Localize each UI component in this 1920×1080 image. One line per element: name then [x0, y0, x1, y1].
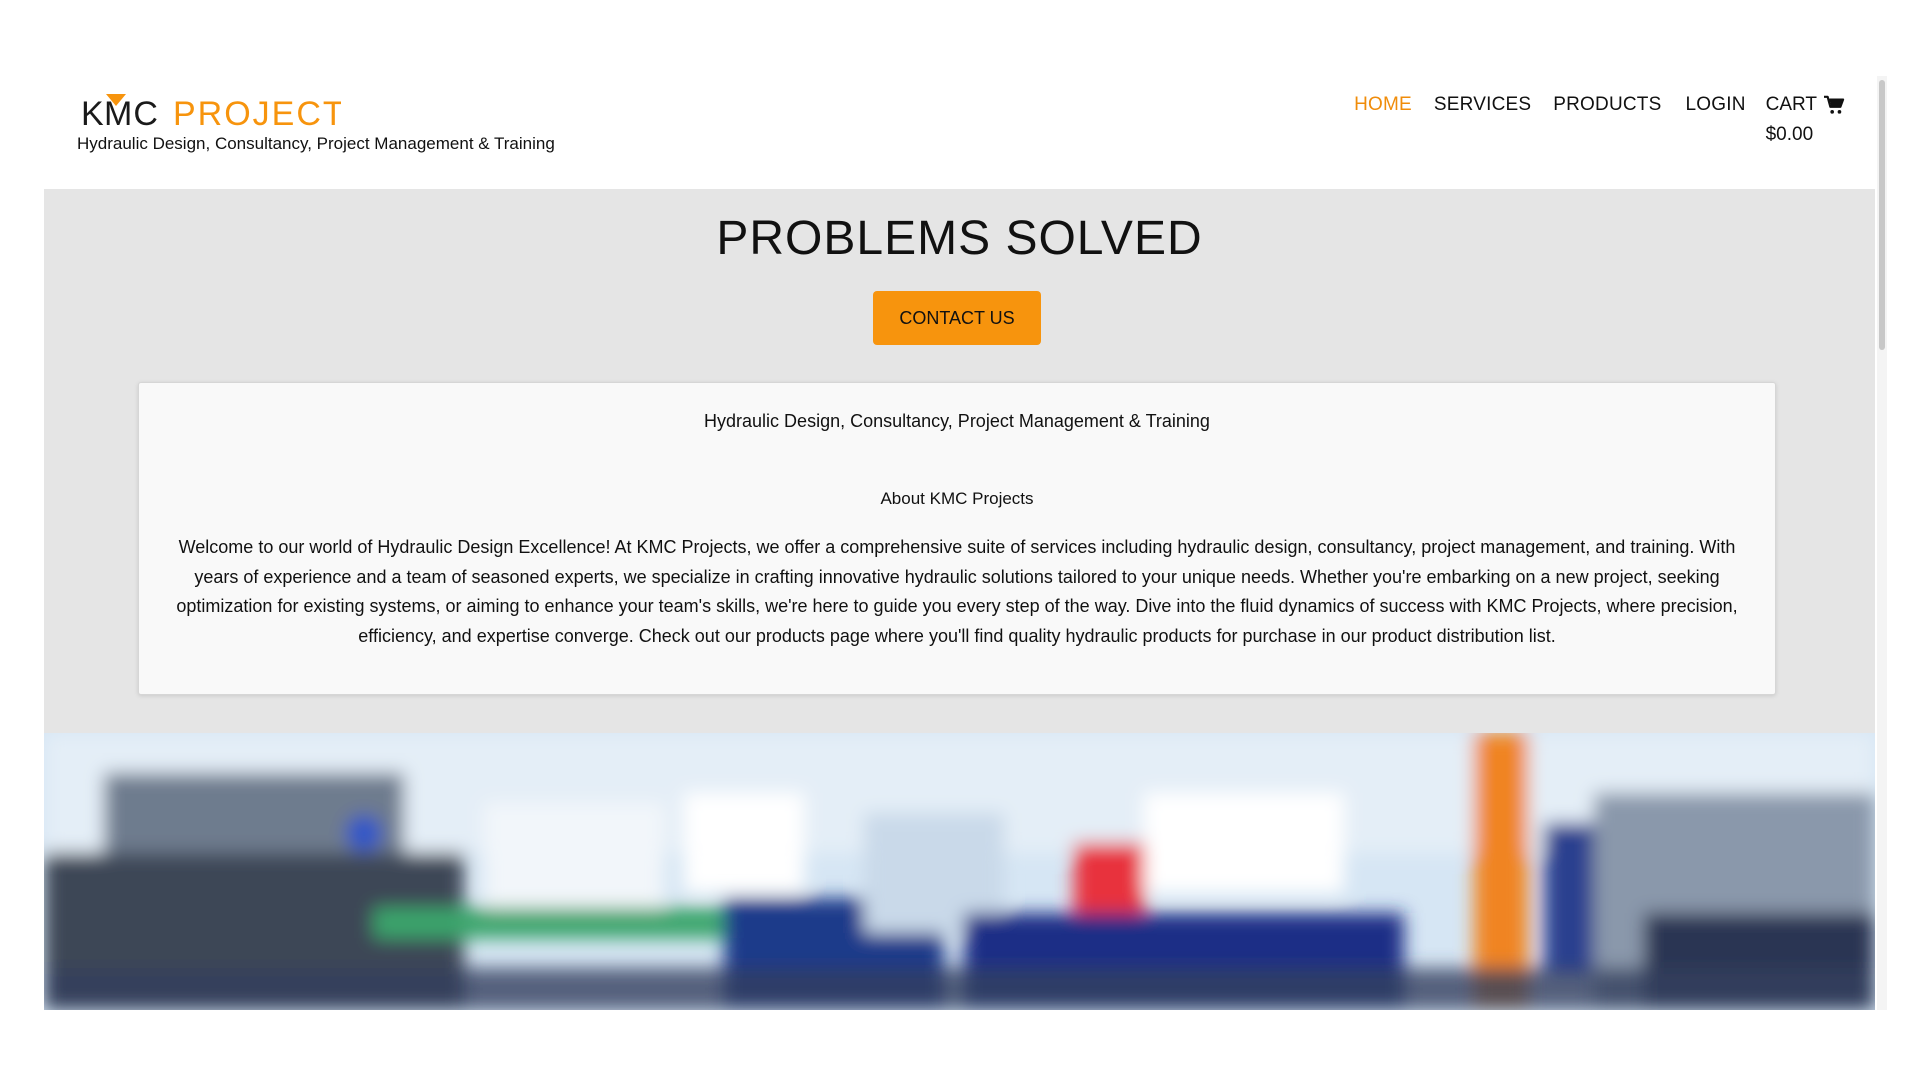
vertical-scrollbar[interactable] [1877, 76, 1887, 1010]
site-logo[interactable]: K MC PROJECTS [81, 92, 341, 132]
contact-us-button[interactable]: CONTACT US [873, 291, 1041, 345]
about-card: Hydraulic Design, Consultancy, Project M… [138, 382, 1776, 695]
browser-viewport: K MC PROJECTS Hydraulic Design, Consulta… [44, 76, 1875, 1010]
nav-login[interactable]: LOGIN [1685, 94, 1745, 116]
hero-section: PROBLEMS SOLVED CONTACT US Hydraulic Des… [44, 189, 1875, 733]
about-body: Welcome to our world of Hydraulic Design… [176, 537, 1738, 646]
svg-text:PROJECTS: PROJECTS [173, 95, 341, 132]
workshop-banner-image [44, 733, 1875, 1010]
main-nav: HOME SERVICES PRODUCTS LOGIN CART $0.00 [1332, 94, 1845, 146]
nav-home[interactable]: HOME [1354, 94, 1412, 116]
site-header: K MC PROJECTS Hydraulic Design, Consulta… [44, 76, 1875, 189]
scrollbar-thumb[interactable] [1879, 80, 1885, 350]
kmc-projects-logo: K MC PROJECTS [81, 94, 341, 132]
cart-total: $0.00 [1765, 124, 1814, 145]
nav-products[interactable]: PRODUCTS [1553, 94, 1661, 116]
site-tagline: Hydraulic Design, Consultancy, Project M… [77, 134, 555, 153]
card-heading: Hydraulic Design, Consultancy, Project M… [704, 411, 1210, 431]
about-title: About KMC Projects [880, 489, 1034, 508]
hero-title: PROBLEMS SOLVED [716, 212, 1203, 265]
nav-services[interactable]: SERVICES [1434, 94, 1531, 116]
svg-text:K: K [81, 95, 105, 132]
blurred-workshop-photo [44, 733, 1875, 1010]
nav-cart[interactable]: CART $0.00 [1766, 94, 1845, 146]
cart-label: CART [1765, 94, 1817, 115]
shopping-cart-icon [1824, 95, 1845, 114]
